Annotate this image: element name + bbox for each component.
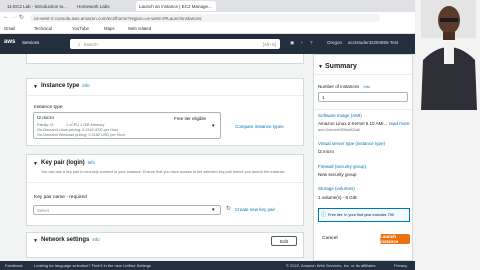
bookmark-youtube[interactable]: YouTube: [72, 26, 89, 31]
edit-button[interactable]: Edit: [271, 236, 297, 246]
num-instances-value: 1: [322, 95, 325, 100]
free-tier-alert: ⓘ Free tier: In your first year includes…: [318, 208, 410, 222]
free-tier-badge: Free tier eligible: [174, 116, 207, 121]
privacy-link[interactable]: Privacy: [394, 263, 407, 268]
instance-family: Family: t2: [37, 123, 54, 127]
instance-type-value: t2.micro: [37, 116, 55, 121]
network-settings-card: ▼ Network settings Info Edit: [26, 232, 304, 258]
divider: [314, 109, 412, 110]
key-pair-placeholder: Select: [37, 208, 49, 213]
caret-down-icon[interactable]: ▼: [318, 64, 323, 70]
cloudshell-icon[interactable]: ▣: [290, 40, 294, 46]
browser-tab-active[interactable]: Launch an instance | EC2 Manage...: [136, 1, 216, 11]
linux-pricing: On-Demand Linux pricing: 0.0116 USD per …: [37, 128, 119, 132]
language-settings-text: Looking for language selection? Find it …: [34, 263, 151, 268]
bookmarks-bar: Gmail Technical YouTube Maps Web related: [0, 24, 415, 34]
feedback-link[interactable]: Feedback: [5, 263, 23, 268]
info-link[interactable]: Info: [364, 85, 370, 89]
ami-id: ami-0ceecbb0f30a902a6: [318, 128, 360, 132]
bell-icon[interactable]: ◔: [300, 40, 303, 45]
url-input[interactable]: us-west-2.console.aws.amazon.com/ec2/hom…: [30, 14, 380, 22]
divider: [27, 182, 303, 183]
chevron-down-icon: ▾: [212, 123, 215, 129]
bookmark-maps[interactable]: Maps: [104, 26, 115, 31]
key-pair-card: ▼ Key pair (login) Info You can use a key…: [26, 154, 304, 226]
back-icon[interactable]: ←: [3, 14, 9, 20]
instance-type-label: Instance type: [34, 105, 63, 110]
caret-down-icon[interactable]: ▼: [33, 84, 38, 90]
search-placeholder: Search: [83, 41, 98, 47]
bookmark-technical[interactable]: Technical: [34, 26, 52, 31]
divider: [27, 95, 303, 96]
search-shortcut: [Alt+S]: [262, 41, 276, 47]
aws-top-nav: aws Services ⌕ Search [Alt+S] ▣ ◔ ? Oreg…: [0, 34, 415, 54]
info-link[interactable]: Info: [82, 83, 89, 88]
region-selector[interactable]: Oregon: [327, 40, 342, 45]
windows-pricing: On-Demand Windows pricing: 0.0162 USD pe…: [37, 133, 125, 137]
instance-type-summary-link[interactable]: Virtual server type (instance type): [318, 141, 385, 146]
num-instances-input[interactable]: 1: [318, 92, 408, 102]
browser-tab[interactable]: Homework Labs: [74, 1, 134, 11]
storage-link[interactable]: Storage (volumes): [318, 186, 355, 191]
search-input[interactable]: ⌕ Search [Alt+S]: [70, 39, 280, 49]
main-content: ▼ Instance type Info Instance type t2.mic…: [0, 54, 415, 261]
chevron-down-icon: ▾: [212, 207, 215, 213]
refresh-icon[interactable]: ↻: [226, 205, 231, 212]
cancel-button[interactable]: Cancel: [322, 236, 338, 241]
console-footer: Feedback Looking for language selection?…: [0, 261, 415, 270]
info-link[interactable]: Info: [92, 237, 99, 242]
divider: [314, 74, 412, 75]
free-tier-note: Free tier: In your first year includes 7…: [328, 213, 394, 217]
key-pair-name-label: Key pair name - required: [34, 195, 87, 200]
browser-tab-bar: 11-EC2 Lab - Introduction to... Homework…: [0, 0, 415, 12]
summary-heading: Summary: [325, 63, 357, 70]
instance-type-select[interactable]: t2.micro Free tier eligible Family: t2 1…: [33, 112, 221, 139]
key-pair-select[interactable]: Select ▾: [33, 205, 221, 215]
forward-icon[interactable]: →: [11, 14, 17, 20]
create-key-pair-link[interactable]: Create new key pair: [235, 207, 275, 212]
instance-type-card: ▼ Instance type Info Instance type t2.mic…: [26, 78, 304, 146]
compare-instance-types-link[interactable]: Compare instance types: [235, 124, 284, 129]
storage-value: 1 volume(s) - 8 GiB: [318, 195, 357, 200]
instance-spec: 1 vCPU 1 GiB Memory: [66, 123, 105, 127]
browser-tab[interactable]: 11-EC2 Lab - Introduction to...: [4, 1, 72, 11]
key-pair-heading: Key pair (login) Info: [41, 160, 95, 166]
presenter-video: [415, 0, 480, 270]
software-image-value: Amazon Linux 2 Kernel 5.10 AMI...: [318, 121, 388, 126]
services-menu[interactable]: Services: [22, 40, 39, 45]
num-instances-label: Number of instances Info: [318, 84, 370, 89]
software-image-link[interactable]: Software Image (AMI): [318, 113, 362, 118]
instance-type-summary-value: t2.micro: [318, 149, 335, 154]
read-more-link[interactable]: read more: [389, 121, 410, 126]
instance-type-heading: Instance type Info: [41, 83, 90, 89]
help-icon[interactable]: ?: [310, 40, 313, 45]
presenter-image: [415, 0, 480, 270]
search-icon: ⌕: [78, 41, 81, 47]
network-settings-heading: Network settings Info: [41, 237, 100, 243]
bookmark-gmail[interactable]: Gmail: [4, 26, 15, 31]
previous-section-card: [26, 54, 304, 64]
info-circle-icon: ⓘ: [321, 212, 327, 218]
launch-instance-button[interactable]: Launch instance: [380, 234, 410, 244]
copyright-text: © 2022, Amazon Web Services, Inc. or its…: [286, 263, 377, 268]
account-menu[interactable]: acctstudent2294855-Test: [348, 40, 398, 45]
reload-icon[interactable]: ↻: [19, 14, 24, 21]
caret-down-icon[interactable]: ▼: [33, 238, 38, 244]
bookmark-web-related[interactable]: Web related: [128, 26, 151, 31]
firewall-link[interactable]: Firewall (security group): [318, 164, 366, 169]
firewall-value: New security group: [318, 172, 357, 177]
key-pair-description: You can use a key pair to securely conne…: [41, 170, 286, 174]
summary-panel: ▼ Summary Number of instances Info 1 Sof…: [313, 54, 413, 261]
info-link[interactable]: Info: [88, 160, 95, 165]
aws-logo[interactable]: aws: [4, 39, 15, 45]
caret-down-icon[interactable]: ▼: [33, 161, 38, 167]
